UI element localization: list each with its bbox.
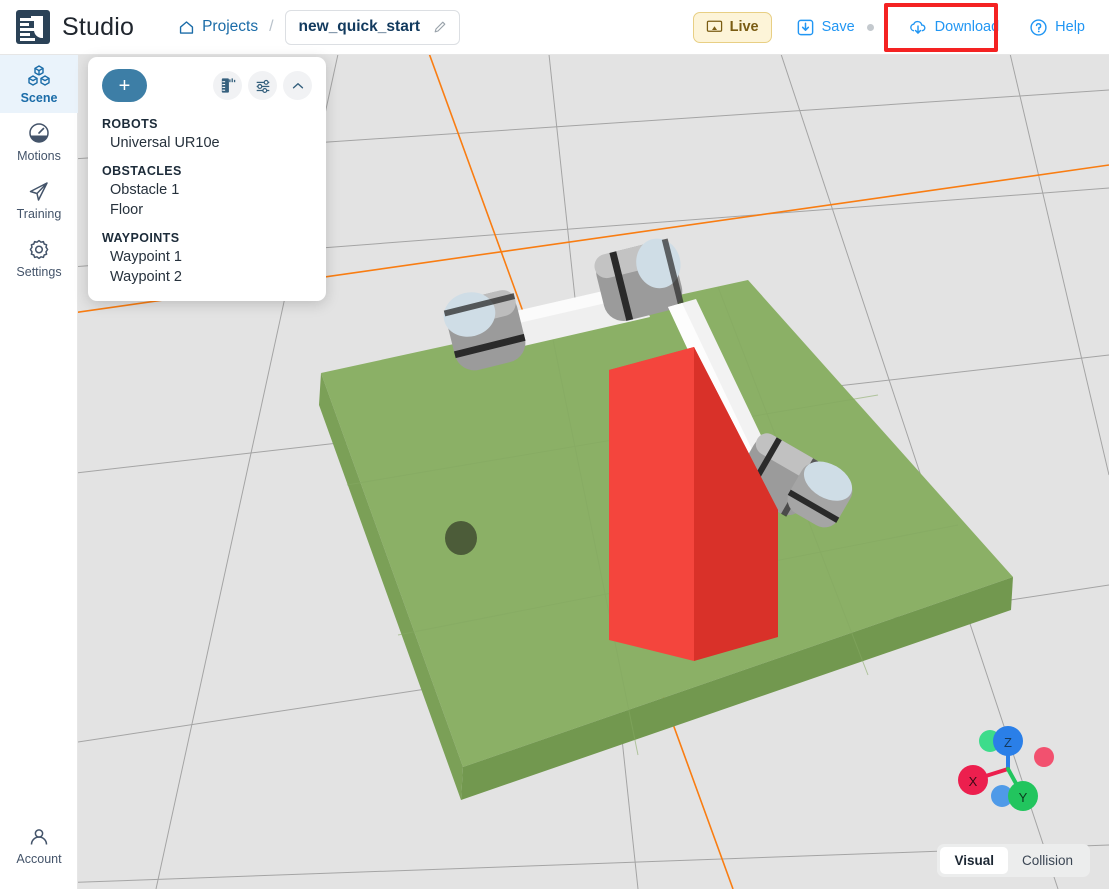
- person-icon: [30, 829, 48, 845]
- breadcrumb: Projects / new_quick_start: [178, 9, 461, 45]
- cloud-download-icon: [909, 20, 926, 34]
- sidebar-item-motions-label: Motions: [17, 149, 61, 164]
- sidebar-item-motions[interactable]: Motions: [0, 113, 78, 171]
- group-title-obstacles: OBSTACLES: [102, 164, 182, 178]
- home-icon: [179, 20, 194, 34]
- live-button[interactable]: Live: [692, 11, 772, 43]
- question-circle-icon: [1030, 18, 1047, 36]
- sidebar-item-account-label: Account: [16, 852, 62, 867]
- sidebar-item-training-label: Training: [16, 207, 62, 222]
- sidebar-item-account[interactable]: Account: [0, 817, 78, 875]
- group-title-waypoints: WAYPOINTS: [102, 231, 180, 245]
- header-toolbar: Live Save Download Help: [692, 11, 1109, 44]
- studio-app: Z X Y Visual Collision Studio Projects /…: [0, 0, 1109, 889]
- gizmo-x-label: X: [969, 774, 978, 789]
- scene-marker-dot: [445, 521, 477, 555]
- live-label: Live: [729, 19, 759, 35]
- save-label: Save: [821, 19, 855, 35]
- unsaved-changes-dot: [866, 23, 874, 31]
- download-button[interactable]: Download: [898, 11, 1010, 44]
- gizmo-z-label: Z: [1004, 735, 1012, 750]
- display-mode-visual[interactable]: Visual: [940, 847, 1008, 874]
- save-tray-icon: [797, 19, 813, 35]
- help-label: Help: [1055, 19, 1085, 35]
- scene-item-waypoint-0[interactable]: Waypoint 1: [88, 247, 326, 267]
- sidebar-item-settings[interactable]: Settings: [0, 229, 78, 287]
- breadcrumb-projects-link[interactable]: Projects: [178, 18, 258, 36]
- sliders-icon[interactable]: [248, 71, 277, 100]
- cubes-icon: [28, 65, 50, 86]
- app-logo-text: Studio: [62, 12, 135, 41]
- sidebar-item-scene[interactable]: Scene: [0, 55, 78, 113]
- display-mode-toggle[interactable]: Visual Collision: [937, 844, 1090, 877]
- sidebar-item-scene-label: Scene: [20, 91, 58, 106]
- axis-gizmo[interactable]: Z X Y: [955, 722, 1065, 817]
- scene-panel-toolbar: +: [88, 69, 326, 106]
- breadcrumb-separator: /: [269, 18, 274, 35]
- breadcrumb-projects-label: Projects: [202, 18, 259, 35]
- project-name-value: new_quick_start: [298, 18, 421, 35]
- download-label: Download: [934, 19, 1000, 35]
- ruler-icon[interactable]: [213, 71, 242, 100]
- scene-item-obstacle-1[interactable]: Floor: [88, 200, 326, 220]
- display-mode-collision[interactable]: Collision: [1008, 847, 1087, 874]
- scene-tree-panel: + ROBOTS Universal UR10e OBSTACLES Obsta…: [88, 57, 326, 301]
- gear-icon: [29, 240, 49, 260]
- sidebar-item-settings-label: Settings: [16, 265, 62, 280]
- app-header: Studio Projects / new_quick_start Live S…: [0, 0, 1109, 55]
- paper-plane-icon: [29, 182, 48, 201]
- scene-item-waypoint-1[interactable]: Waypoint 2: [88, 267, 326, 287]
- gizmo-y-label: Y: [1019, 790, 1028, 805]
- monitor-icon: [706, 20, 722, 32]
- app-logo[interactable]: Studio: [16, 10, 134, 44]
- gauge-icon: [29, 123, 49, 143]
- sidebar-item-training[interactable]: Training: [0, 171, 78, 229]
- project-name-field[interactable]: new_quick_start: [284, 9, 461, 45]
- scene-item-obstacle-0[interactable]: Obstacle 1: [88, 180, 326, 200]
- add-object-button[interactable]: +: [102, 69, 147, 102]
- chevron-up-icon[interactable]: [283, 71, 312, 100]
- help-button[interactable]: Help: [1019, 11, 1095, 44]
- main-sidebar: Scene Motions Training Settings Account: [0, 55, 78, 889]
- group-title-robots: ROBOTS: [102, 117, 158, 131]
- scene-item-robot-0[interactable]: Universal UR10e: [88, 133, 326, 153]
- gizmo-neg-x-ball: [1034, 747, 1054, 767]
- studio-logo-icon: [16, 10, 50, 44]
- pencil-icon[interactable]: [432, 19, 448, 35]
- save-button[interactable]: Save: [786, 11, 884, 44]
